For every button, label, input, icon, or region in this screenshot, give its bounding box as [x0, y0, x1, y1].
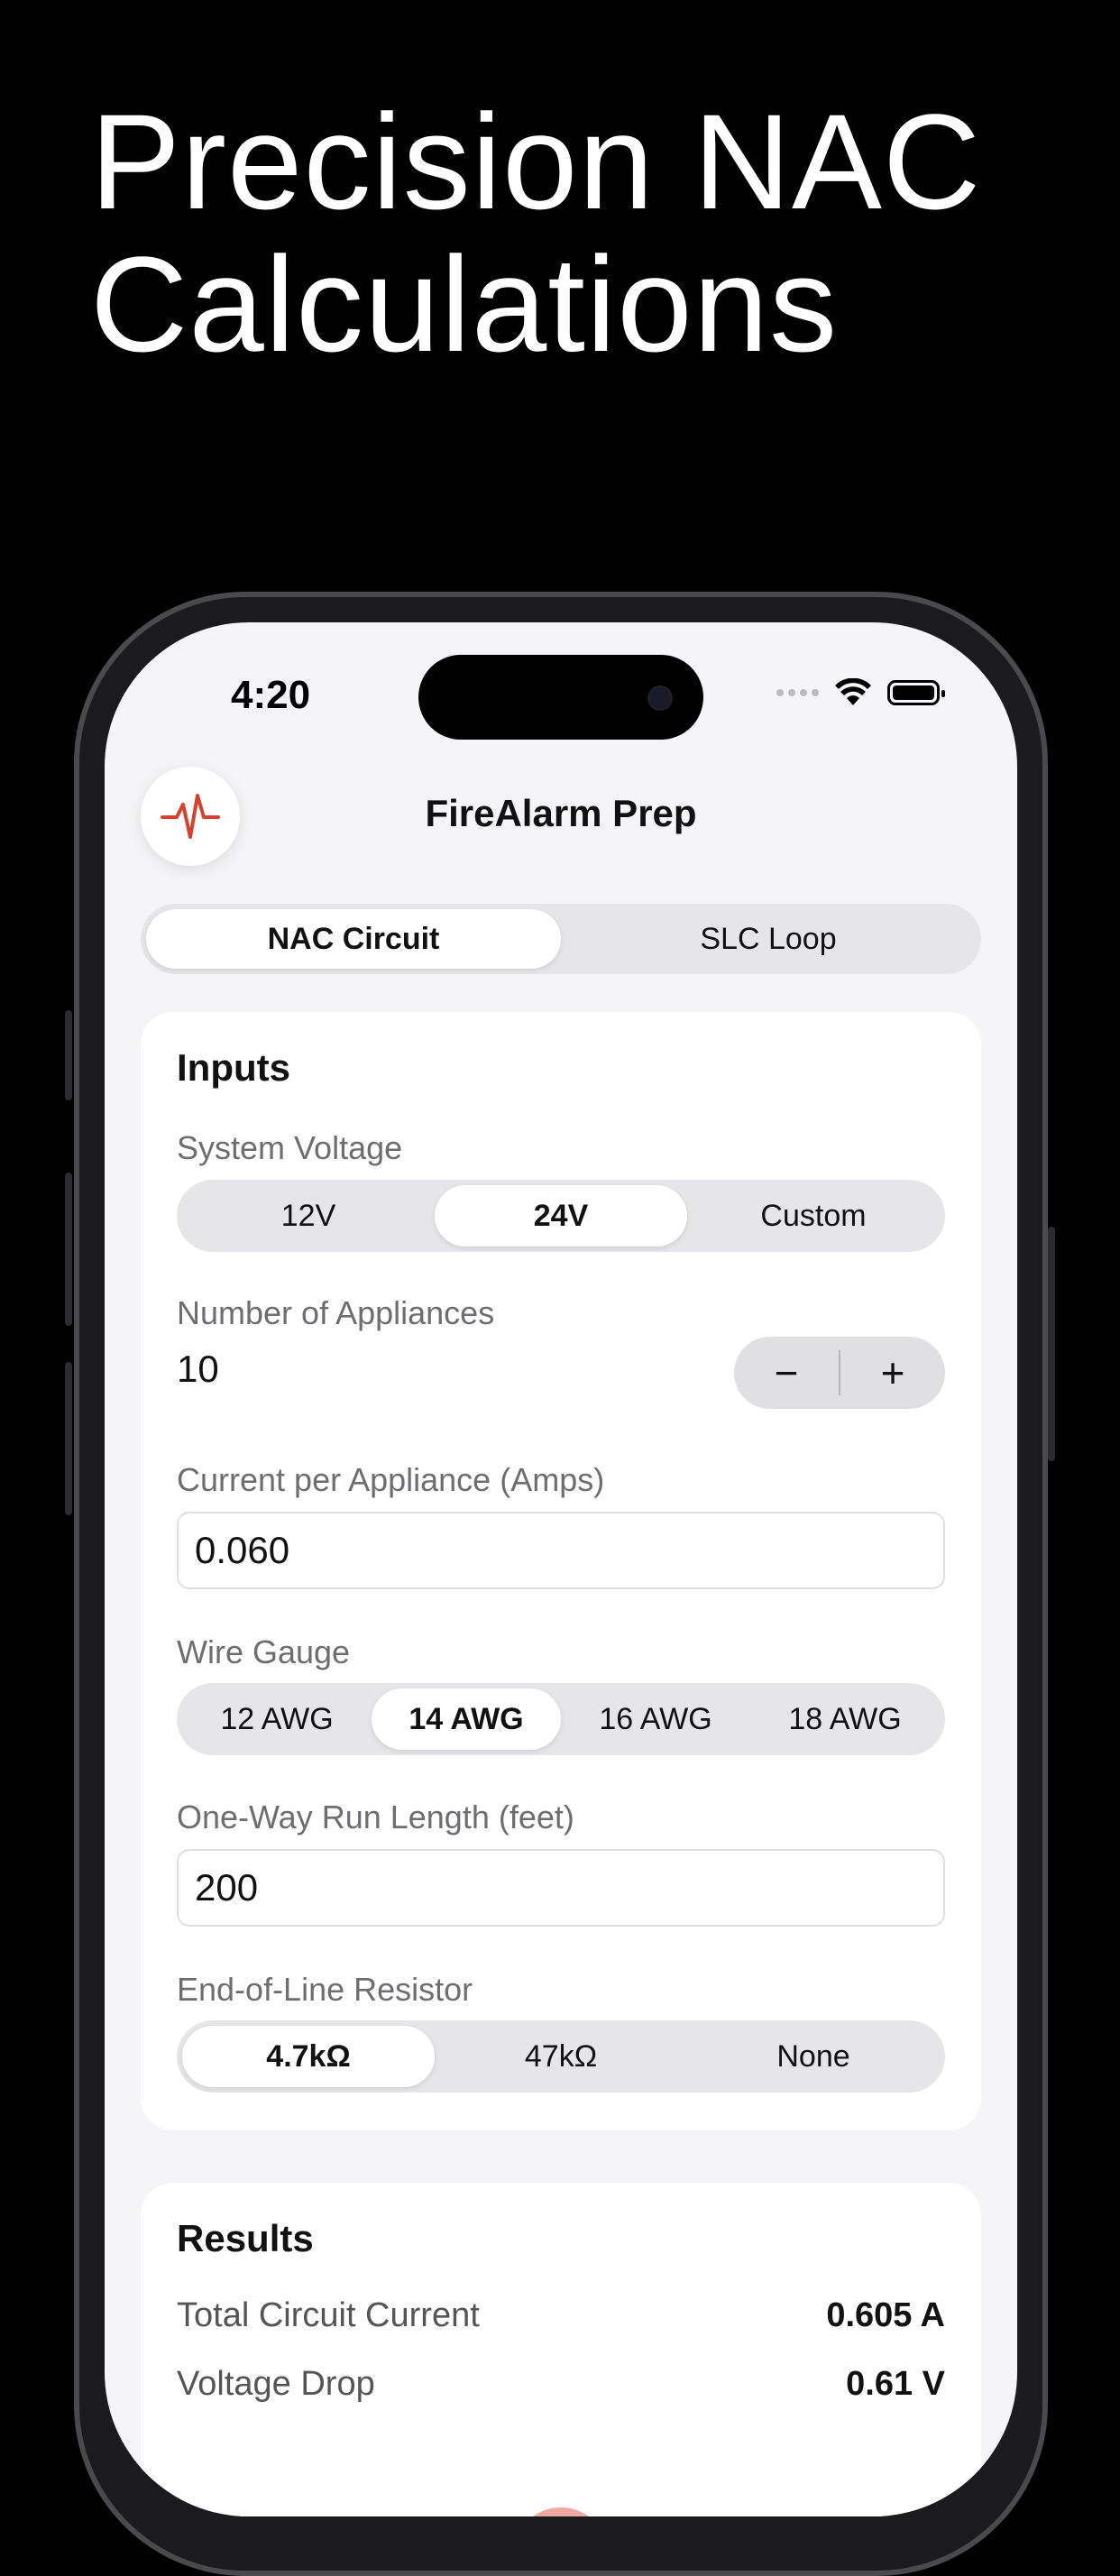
results-card: Results Total Circuit Current 0.605 A Vo… — [141, 2183, 981, 2516]
status-indicators — [776, 678, 945, 707]
voltage-option-custom[interactable]: Custom — [687, 1185, 940, 1247]
result-value: 0.61 V — [846, 2365, 945, 2403]
gauge-option-16[interactable]: 16 AWG — [561, 1688, 750, 1750]
wire-gauge-selector: 12 AWG 14 AWG 16 AWG 18 AWG — [177, 1683, 945, 1755]
eol-resistor-selector: 4.7kΩ 47kΩ None — [177, 2020, 945, 2093]
result-total-current: Total Circuit Current 0.605 A — [177, 2296, 945, 2335]
gauge-option-14[interactable]: 14 AWG — [372, 1688, 561, 1750]
eol-resistor-label: End-of-Line Resistor — [177, 1971, 473, 2008]
wire-gauge-label: Wire Gauge — [177, 1633, 351, 1670]
headline-line-2: Calculations — [90, 228, 839, 380]
inputs-heading: Inputs — [177, 1046, 290, 1089]
appliances-label: Number of Appliances — [177, 1294, 495, 1331]
current-label: Current per Appliance (Amps) — [177, 1461, 605, 1498]
phone-screen: 4:20 FireAlarm Prep NAC Circuit SLC Loop… — [105, 622, 1017, 2516]
mode-tabs: NAC Circuit SLC Loop — [141, 904, 981, 974]
side-button-volume-up — [65, 1173, 72, 1326]
appliances-value: 10 — [177, 1348, 219, 1390]
system-voltage-label: System Voltage — [177, 1129, 403, 1166]
gauge-option-18[interactable]: 18 AWG — [750, 1688, 940, 1750]
decrement-button[interactable]: − — [734, 1348, 839, 1397]
appliances-stepper: − + — [734, 1337, 945, 1409]
voltage-option-24v[interactable]: 24V — [435, 1185, 687, 1247]
system-voltage-selector: 12V 24V Custom — [177, 1180, 945, 1252]
side-button-power — [1048, 1227, 1055, 1461]
wifi-icon — [835, 678, 871, 705]
dynamic-island — [418, 655, 703, 740]
side-button-action — [65, 1010, 72, 1100]
inputs-card: Inputs System Voltage 12V 24V Custom Num… — [141, 1012, 981, 2130]
cellular-signal-icon — [776, 689, 819, 696]
eol-option-47k[interactable]: 47kΩ — [435, 2026, 687, 2087]
tab-slc-loop[interactable]: SLC Loop — [561, 909, 976, 969]
increment-button[interactable]: + — [840, 1348, 945, 1397]
headline-line-1: Precision NAC — [90, 86, 982, 237]
status-time: 4:20 — [231, 673, 311, 717]
voltage-option-12v[interactable]: 12V — [182, 1185, 435, 1247]
result-label: Voltage Drop — [177, 2365, 375, 2403]
result-label: Total Circuit Current — [177, 2296, 480, 2334]
eol-option-none[interactable]: None — [687, 2026, 940, 2087]
run-length-input[interactable]: 200 — [177, 1849, 945, 1927]
camera-icon — [647, 685, 673, 711]
result-voltage-drop: Voltage Drop 0.61 V — [177, 2365, 945, 2404]
side-button-volume-down — [65, 1362, 72, 1515]
promo-headline: Precision NAC Calculations — [90, 90, 1064, 375]
app-header: FireAlarm Prep — [105, 767, 1017, 866]
result-value: 0.605 A — [826, 2296, 945, 2334]
app-title: FireAlarm Prep — [425, 792, 697, 834]
current-input[interactable]: 0.060 — [177, 1512, 945, 1589]
eol-option-4-7k[interactable]: 4.7kΩ — [182, 2026, 435, 2087]
gauge-option-12[interactable]: 12 AWG — [182, 1688, 372, 1750]
tab-nac-circuit[interactable]: NAC Circuit — [146, 909, 561, 969]
results-heading: Results — [177, 2217, 314, 2259]
battery-icon — [887, 680, 945, 705]
run-length-label: One-Way Run Length (feet) — [177, 1799, 574, 1835]
